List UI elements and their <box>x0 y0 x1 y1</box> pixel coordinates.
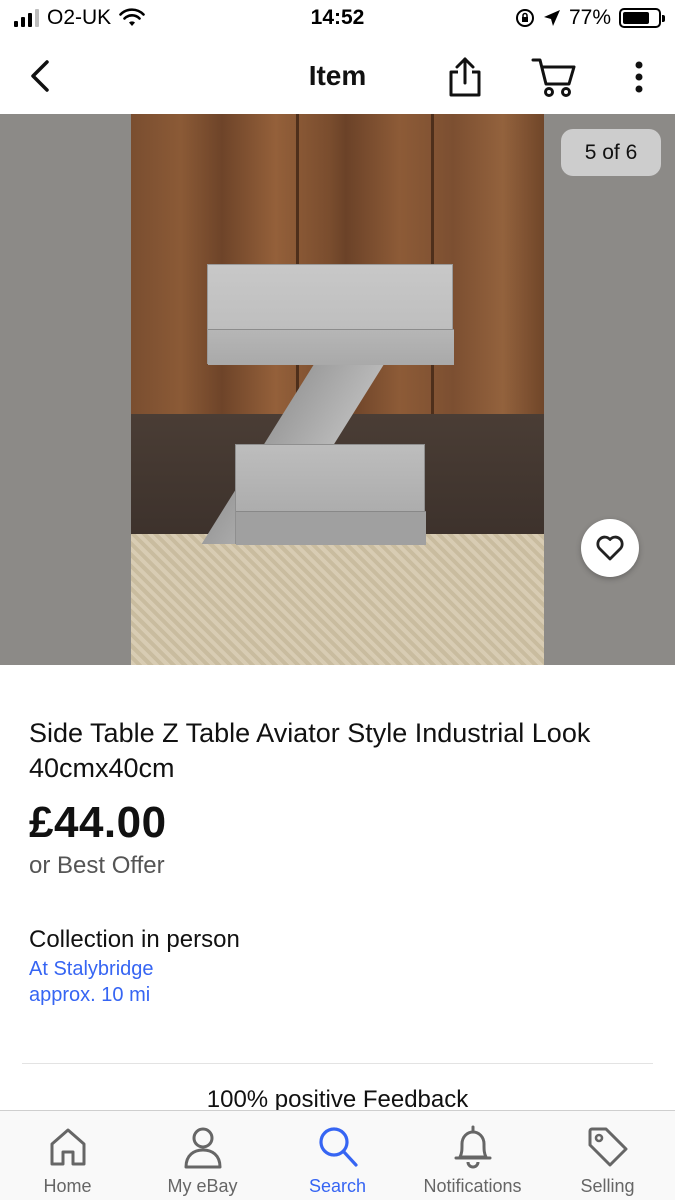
product-photo <box>131 114 544 665</box>
image-counter-badge: 5 of 6 <box>561 129 661 176</box>
bottom-tab-bar: Home My eBay Search Notifications Sellin… <box>0 1110 675 1200</box>
person-icon <box>184 1127 221 1169</box>
tab-notifications[interactable]: Notifications <box>405 1111 540 1200</box>
tab-label-selling: Selling <box>580 1176 635 1196</box>
location-town-link[interactable]: At Stalybridge <box>29 956 154 982</box>
share-button[interactable] <box>444 54 486 100</box>
nav-bar: Item <box>0 40 675 114</box>
bell-icon <box>454 1125 491 1169</box>
photo-rug <box>131 534 544 665</box>
location-distance[interactable]: approx. 10 mi <box>29 982 154 1008</box>
orientation-lock-icon <box>515 9 534 27</box>
status-bar: O2-UK 14:52 77% <box>0 0 675 40</box>
tab-label-notifications: Notifications <box>423 1176 522 1196</box>
cart-button[interactable] <box>528 54 580 100</box>
search-icon <box>318 1127 358 1167</box>
more-vertical-icon <box>635 61 643 93</box>
back-button[interactable] <box>20 56 60 96</box>
tab-my-ebay[interactable]: My eBay <box>135 1111 270 1200</box>
item-price: £44.00 <box>29 798 167 847</box>
photo-table-top <box>207 264 454 365</box>
photo-table-base <box>235 444 426 545</box>
tab-label-search: Search <box>308 1176 367 1196</box>
item-location[interactable]: At Stalybridge approx. 10 mi <box>29 956 154 1008</box>
cart-icon <box>531 58 576 97</box>
best-offer-label: or Best Offer <box>29 852 165 879</box>
location-arrow-icon <box>543 10 560 26</box>
tag-icon <box>588 1127 627 1167</box>
watchlist-button[interactable] <box>581 519 639 577</box>
tab-search[interactable]: Search <box>270 1111 405 1200</box>
battery-fill <box>623 12 650 24</box>
image-gallery[interactable]: 5 of 6 <box>0 114 675 665</box>
section-divider <box>22 1063 653 1064</box>
heart-icon <box>596 535 624 561</box>
item-title: Side Table Z Table Aviator Style Industr… <box>29 718 591 783</box>
more-options-button[interactable] <box>624 54 654 100</box>
tab-label-home: Home <box>43 1176 92 1196</box>
tab-selling[interactable]: Selling <box>540 1111 675 1200</box>
tab-home[interactable]: Home <box>0 1111 135 1200</box>
delivery-method: Collection in person <box>29 926 240 953</box>
tab-label-my-ebay: My eBay <box>167 1176 238 1196</box>
home-icon <box>50 1128 85 1166</box>
battery-percent: 77% <box>568 6 611 29</box>
chevron-left-icon <box>31 60 49 92</box>
status-right: 77% <box>515 6 665 30</box>
share-icon <box>449 57 481 97</box>
battery-icon <box>619 8 665 28</box>
